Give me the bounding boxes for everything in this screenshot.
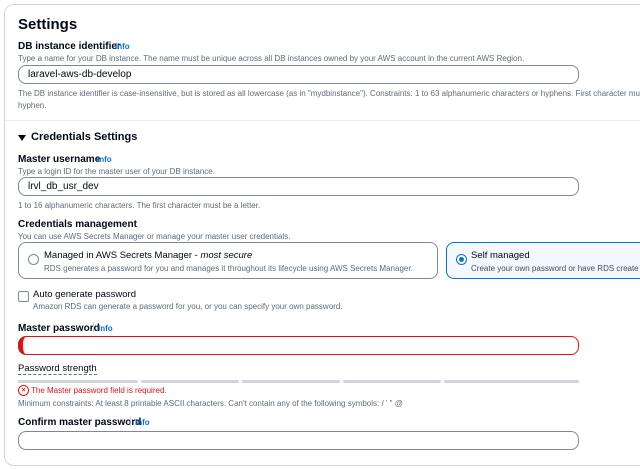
self-managed-title: Self managed: [471, 250, 530, 261]
master-username-input[interactable]: lrvl_db_usr_dev: [18, 177, 579, 196]
master-username-value: lrvl_db_usr_dev: [28, 181, 99, 192]
master-username-info-link[interactable]: Info: [97, 155, 112, 164]
credentials-settings-title[interactable]: Credentials Settings: [31, 131, 137, 143]
confirm-password-info-link[interactable]: Info: [135, 418, 150, 427]
section-divider: [5, 120, 640, 121]
master-username-constraint: 1 to 16 alphanumeric characters. The fir…: [18, 201, 261, 210]
option-self-managed[interactable]: Self managed Create your own password or…: [446, 242, 640, 279]
page-title: Settings: [18, 16, 78, 33]
error-icon: ×: [18, 385, 29, 396]
credentials-management-label: Credentials management: [18, 219, 137, 230]
option-managed-secrets-manager[interactable]: Managed in AWS Secrets Manager - most se…: [18, 242, 438, 279]
self-managed-description: Create your own password or have RDS cre…: [471, 264, 640, 273]
managed-description: RDS generates a password for you and man…: [44, 264, 413, 273]
instance-identifier-constraint-cont: hyphen.: [18, 101, 47, 110]
strength-segment-4: [343, 380, 441, 383]
auto-generate-description: Amazon RDS can generate a password for y…: [33, 302, 343, 311]
self-managed-radio[interactable]: [456, 254, 467, 265]
auto-generate-checkbox[interactable]: [18, 291, 29, 302]
instance-identifier-value: laravel-aws-db-develop: [28, 69, 132, 80]
strength-segment-3: [242, 380, 340, 383]
caret-down-icon: [18, 135, 26, 141]
strength-segment-5: [444, 380, 579, 383]
master-password-info-link[interactable]: Info: [98, 324, 113, 333]
instance-identifier-info-link[interactable]: Info: [115, 42, 130, 51]
confirm-password-label: Confirm master password: [18, 417, 142, 428]
confirm-password-input[interactable]: [18, 431, 579, 450]
strength-segment-1: [18, 380, 138, 383]
master-password-error: The Master password field is required.: [31, 386, 167, 395]
managed-title: Managed in AWS Secrets Manager - most se…: [44, 250, 253, 261]
credentials-management-description: You can use AWS Secrets Manager or manag…: [18, 232, 291, 241]
label-separator: |: [129, 416, 132, 427]
instance-identifier-description: Type a name for your DB instance. The na…: [18, 54, 525, 63]
password-strength-label[interactable]: Password strength: [18, 363, 97, 375]
label-separator: |: [92, 322, 95, 333]
master-password-input[interactable]: [18, 336, 579, 355]
auto-generate-label[interactable]: Auto generate password: [33, 289, 136, 300]
instance-identifier-constraint: The DB instance identifier is case-insen…: [18, 89, 640, 98]
master-password-label: Master password: [18, 323, 100, 334]
master-username-label: Master username: [18, 154, 101, 165]
master-password-constraint: Minimum constraints: At least 8 printabl…: [18, 399, 403, 408]
master-username-description: Type a login ID for the master user of y…: [18, 167, 215, 176]
instance-identifier-input[interactable]: laravel-aws-db-develop: [18, 65, 579, 84]
settings-panel: Settings DB instance identifier Info Typ…: [4, 4, 640, 466]
instance-identifier-label: DB instance identifier: [18, 41, 121, 52]
strength-segment-2: [141, 380, 239, 383]
managed-radio[interactable]: [28, 254, 39, 265]
